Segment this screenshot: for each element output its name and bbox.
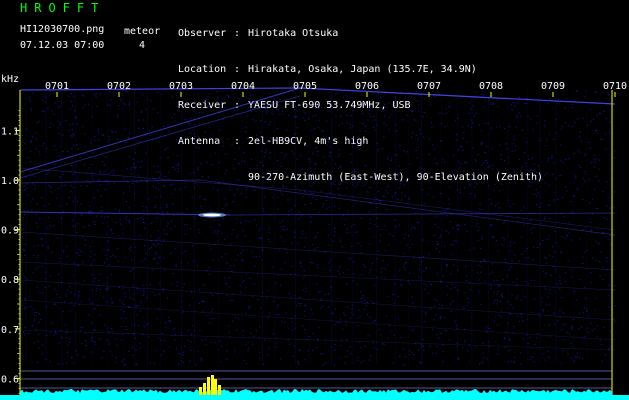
signal-trace <box>229 212 616 216</box>
signal-trace <box>19 329 616 351</box>
signal-level-trace <box>20 389 612 395</box>
x-tick-label: 0701 <box>45 81 69 92</box>
x-tick-label: 0703 <box>169 81 193 92</box>
meteor-level-spike <box>199 387 202 395</box>
x-tick-label: 0707 <box>417 81 441 92</box>
x-tick-label: 0709 <box>541 81 565 92</box>
signal-trace <box>299 87 616 105</box>
meteor-level-spike <box>207 377 210 395</box>
signal-traces <box>19 87 616 389</box>
x-tick-label: 0710 <box>603 81 627 92</box>
y-tick-label: 1.0 <box>1 176 19 187</box>
noise-speckle <box>20 90 616 366</box>
spectrogram: kHz 1.1 1.0 0.9 0.8 0.7 0.6 0701 0702 0703 0704 070… <box>0 74 629 400</box>
x-tick-label: 0705 <box>293 81 317 92</box>
signal-trace <box>19 179 201 184</box>
y-axis-label: kHz <box>1 74 19 85</box>
x-tick-label: 0708 <box>479 81 503 92</box>
y-tick-label: 0.8 <box>1 275 19 286</box>
meteor-level-spike <box>218 385 221 395</box>
meteor-level-spike <box>203 383 206 395</box>
y-tick-label: 0.7 <box>1 325 19 336</box>
x-tick-label: 0704 <box>231 81 255 92</box>
signal-trace <box>299 189 616 231</box>
meteor-echo <box>203 213 221 217</box>
y-tick-label: 1.1 <box>1 126 19 137</box>
meteor-level-spike <box>211 375 214 395</box>
spectrogram-axes: kHz 1.1 1.0 0.9 0.8 0.7 0.6 0701 0702 0703 0704 070… <box>1 74 627 395</box>
signal-trace <box>19 299 616 341</box>
meteor-level-spike <box>214 379 217 395</box>
x-tick-label: 0702 <box>107 81 131 92</box>
y-tick-label: 0.6 <box>1 374 19 385</box>
signal-trace <box>199 179 616 236</box>
level-baseline <box>0 395 629 400</box>
y-tick-label: 0.9 <box>1 226 19 237</box>
spectrogram-noise <box>20 90 616 366</box>
x-tick-label: 0706 <box>355 81 379 92</box>
